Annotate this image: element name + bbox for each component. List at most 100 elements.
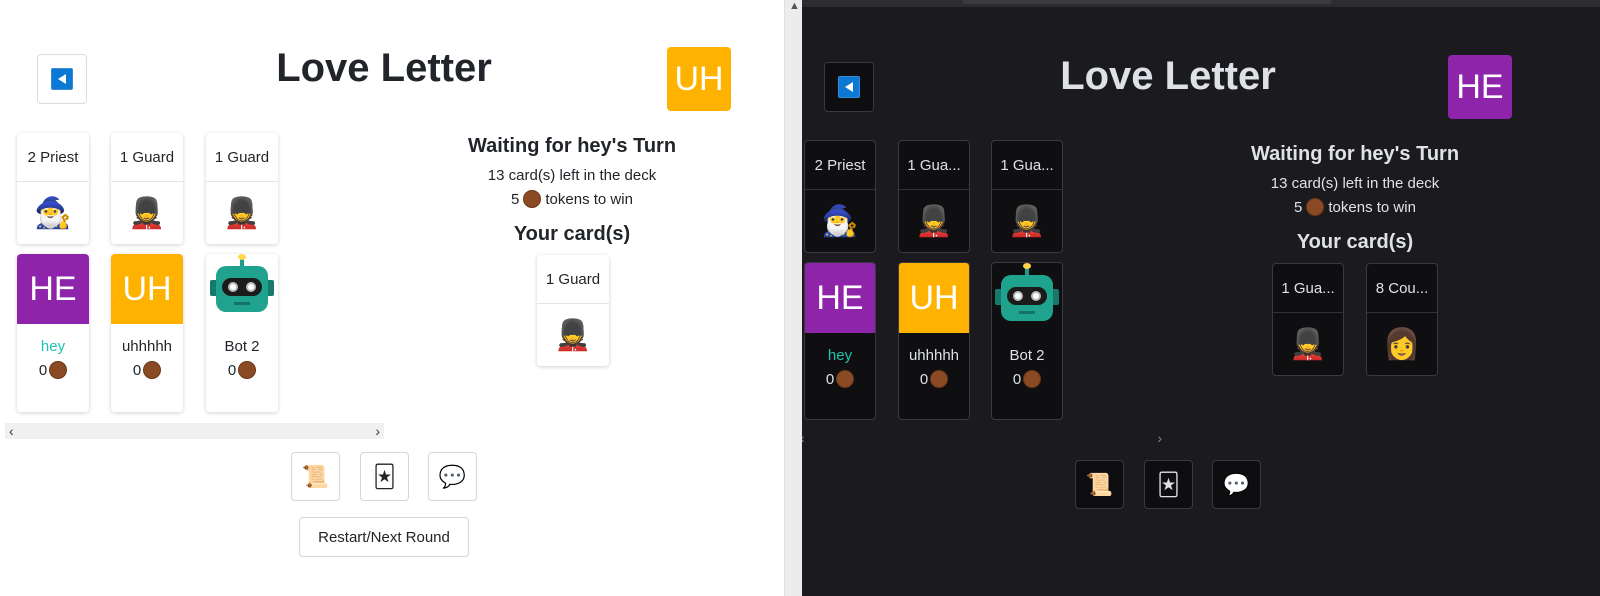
scroll-up-icon[interactable]: ▲ bbox=[789, 0, 800, 12]
cards-button[interactable]: 🃏 bbox=[360, 452, 409, 501]
scroll-left-icon[interactable]: ‹ bbox=[802, 430, 805, 446]
rules-button[interactable]: 📜 bbox=[291, 452, 340, 501]
player-tokens: 0 bbox=[992, 370, 1062, 388]
player-name: uhhhhh bbox=[908, 347, 960, 364]
your-cards-title: Your card(s) bbox=[513, 223, 631, 245]
window-tab[interactable] bbox=[962, 0, 1332, 4]
players-scrollbar[interactable]: ‹ › bbox=[802, 430, 1166, 446]
guard-icon: 💂 bbox=[554, 318, 592, 352]
player-card-uhhhhh[interactable]: UH uhhhhh 0 bbox=[111, 254, 183, 412]
player-tokens: 0 bbox=[899, 370, 969, 388]
tokens-to-win: 5 tokens to win bbox=[1225, 198, 1485, 216]
played-card: 2 Priest 🧙‍♂️ bbox=[17, 133, 89, 244]
light-game-pane: Love Letter UH 2 Priest 🧙‍♂️ 1 Guard 💂 1… bbox=[0, 0, 784, 596]
chat-button[interactable]: 💬 bbox=[428, 452, 477, 501]
players-scrollbar[interactable]: ‹ › bbox=[5, 423, 384, 439]
played-card: 1 Guard 💂 bbox=[111, 133, 183, 244]
back-button[interactable] bbox=[37, 54, 87, 104]
avatar bbox=[206, 254, 278, 324]
avatar: UH bbox=[111, 254, 183, 324]
user-avatar[interactable]: UH bbox=[667, 47, 731, 111]
tokens-to-win: 5 tokens to win bbox=[442, 190, 702, 208]
player-tokens: 0 bbox=[206, 361, 278, 379]
turn-status: Waiting for hey's Turn bbox=[467, 135, 677, 157]
avatar: HE bbox=[17, 254, 89, 324]
token-icon bbox=[238, 361, 257, 379]
cards-button[interactable]: 🃏 bbox=[1144, 460, 1193, 509]
priest-icon: 🧙‍♂️ bbox=[821, 204, 859, 238]
avatar: HE bbox=[805, 263, 875, 333]
guard-icon: 💂 bbox=[915, 204, 953, 238]
restart-next-round-button[interactable]: Restart/Next Round bbox=[299, 517, 469, 557]
priest-icon: 🧙‍♂️ bbox=[34, 196, 72, 230]
joker-card-icon: 🃏 bbox=[373, 463, 396, 489]
player-card-bot-2[interactable]: Bot 2 0 bbox=[206, 254, 278, 412]
chat-button[interactable]: 💬 bbox=[1212, 460, 1261, 509]
token-icon bbox=[49, 361, 68, 379]
token-icon bbox=[836, 370, 855, 388]
guard-icon: 💂 bbox=[1008, 204, 1046, 238]
tokens-to-win-label: tokens to win bbox=[545, 190, 633, 208]
player-name: hey bbox=[827, 347, 853, 364]
player-name: Bot 2 bbox=[224, 338, 260, 355]
hand-card[interactable]: 1 Guard 💂 bbox=[537, 255, 609, 366]
avatar bbox=[992, 263, 1062, 333]
user-avatar-initials: UH bbox=[674, 59, 724, 98]
player-name: Bot 2 bbox=[1009, 347, 1045, 364]
scroll-icon: 📜 bbox=[301, 463, 330, 489]
speech-bubble-icon: 💬 bbox=[1222, 471, 1251, 497]
scroll-icon: 📜 bbox=[1085, 471, 1114, 497]
speech-bubble-icon: 💬 bbox=[438, 463, 467, 489]
deck-count: 13 card(s) left in the deck bbox=[1270, 175, 1440, 192]
page-title: Love Letter bbox=[1060, 54, 1276, 98]
card-label: 1 Guard bbox=[111, 133, 183, 182]
avatar: UH bbox=[899, 263, 969, 333]
turn-status: Waiting for hey's Turn bbox=[1250, 143, 1460, 165]
token-icon bbox=[523, 190, 542, 208]
back-button[interactable] bbox=[824, 62, 874, 112]
played-card: 1 Gua... 💂 bbox=[898, 140, 970, 253]
countess-icon: 👩 bbox=[1383, 327, 1421, 361]
card-label: 2 Priest bbox=[805, 141, 875, 190]
user-avatar[interactable]: HE bbox=[1448, 55, 1512, 119]
hand-card[interactable]: 1 Gua... 💂 bbox=[1272, 263, 1344, 376]
played-card: 1 Gua... 💂 bbox=[991, 140, 1063, 253]
player-tokens: 0 bbox=[805, 370, 875, 388]
robot-icon bbox=[995, 263, 1059, 333]
player-tokens: 0 bbox=[111, 361, 183, 379]
player-name: uhhhhh bbox=[121, 338, 173, 355]
scroll-left-icon[interactable]: ‹ bbox=[9, 423, 14, 439]
card-label: 1 Guard bbox=[206, 133, 278, 182]
player-card-hey[interactable]: HE hey 0 bbox=[17, 254, 89, 412]
hand-card[interactable]: 8 Cou... 👩 bbox=[1366, 263, 1438, 376]
window-topbar bbox=[802, 0, 1600, 7]
played-card: 2 Priest 🧙‍♂️ bbox=[804, 140, 876, 253]
user-avatar-initials: HE bbox=[1456, 67, 1504, 106]
back-arrow-icon bbox=[838, 76, 860, 98]
tokens-to-win-label: tokens to win bbox=[1328, 198, 1416, 216]
back-arrow-icon bbox=[51, 68, 73, 90]
robot-icon bbox=[210, 254, 274, 324]
guard-icon: 💂 bbox=[1289, 327, 1327, 361]
tokens-to-win-count: 5 bbox=[511, 190, 520, 208]
scroll-right-icon[interactable]: › bbox=[375, 423, 380, 439]
joker-card-icon: 🃏 bbox=[1157, 471, 1180, 497]
tokens-to-win-count: 5 bbox=[1294, 198, 1303, 216]
token-icon bbox=[143, 361, 162, 379]
page-title: Love Letter bbox=[276, 46, 492, 90]
token-icon bbox=[1306, 198, 1325, 216]
player-card-uhhhhh[interactable]: UH uhhhhh 0 bbox=[898, 262, 970, 420]
token-icon bbox=[930, 370, 949, 388]
window-divider[interactable]: ▲ bbox=[784, 0, 802, 596]
scroll-right-icon[interactable]: › bbox=[1157, 430, 1162, 446]
your-cards-title: Your card(s) bbox=[1296, 231, 1414, 253]
player-card-hey[interactable]: HE hey 0 bbox=[804, 262, 876, 420]
card-label: 1 Gua... bbox=[1273, 264, 1343, 313]
card-label: 2 Priest bbox=[17, 133, 89, 182]
guard-icon: 💂 bbox=[223, 196, 261, 230]
rules-button[interactable]: 📜 bbox=[1075, 460, 1124, 509]
player-card-bot-2[interactable]: Bot 2 0 bbox=[991, 262, 1063, 420]
card-label: 1 Guard bbox=[537, 255, 609, 304]
deck-count: 13 card(s) left in the deck bbox=[487, 167, 657, 184]
player-name: hey bbox=[40, 338, 66, 355]
